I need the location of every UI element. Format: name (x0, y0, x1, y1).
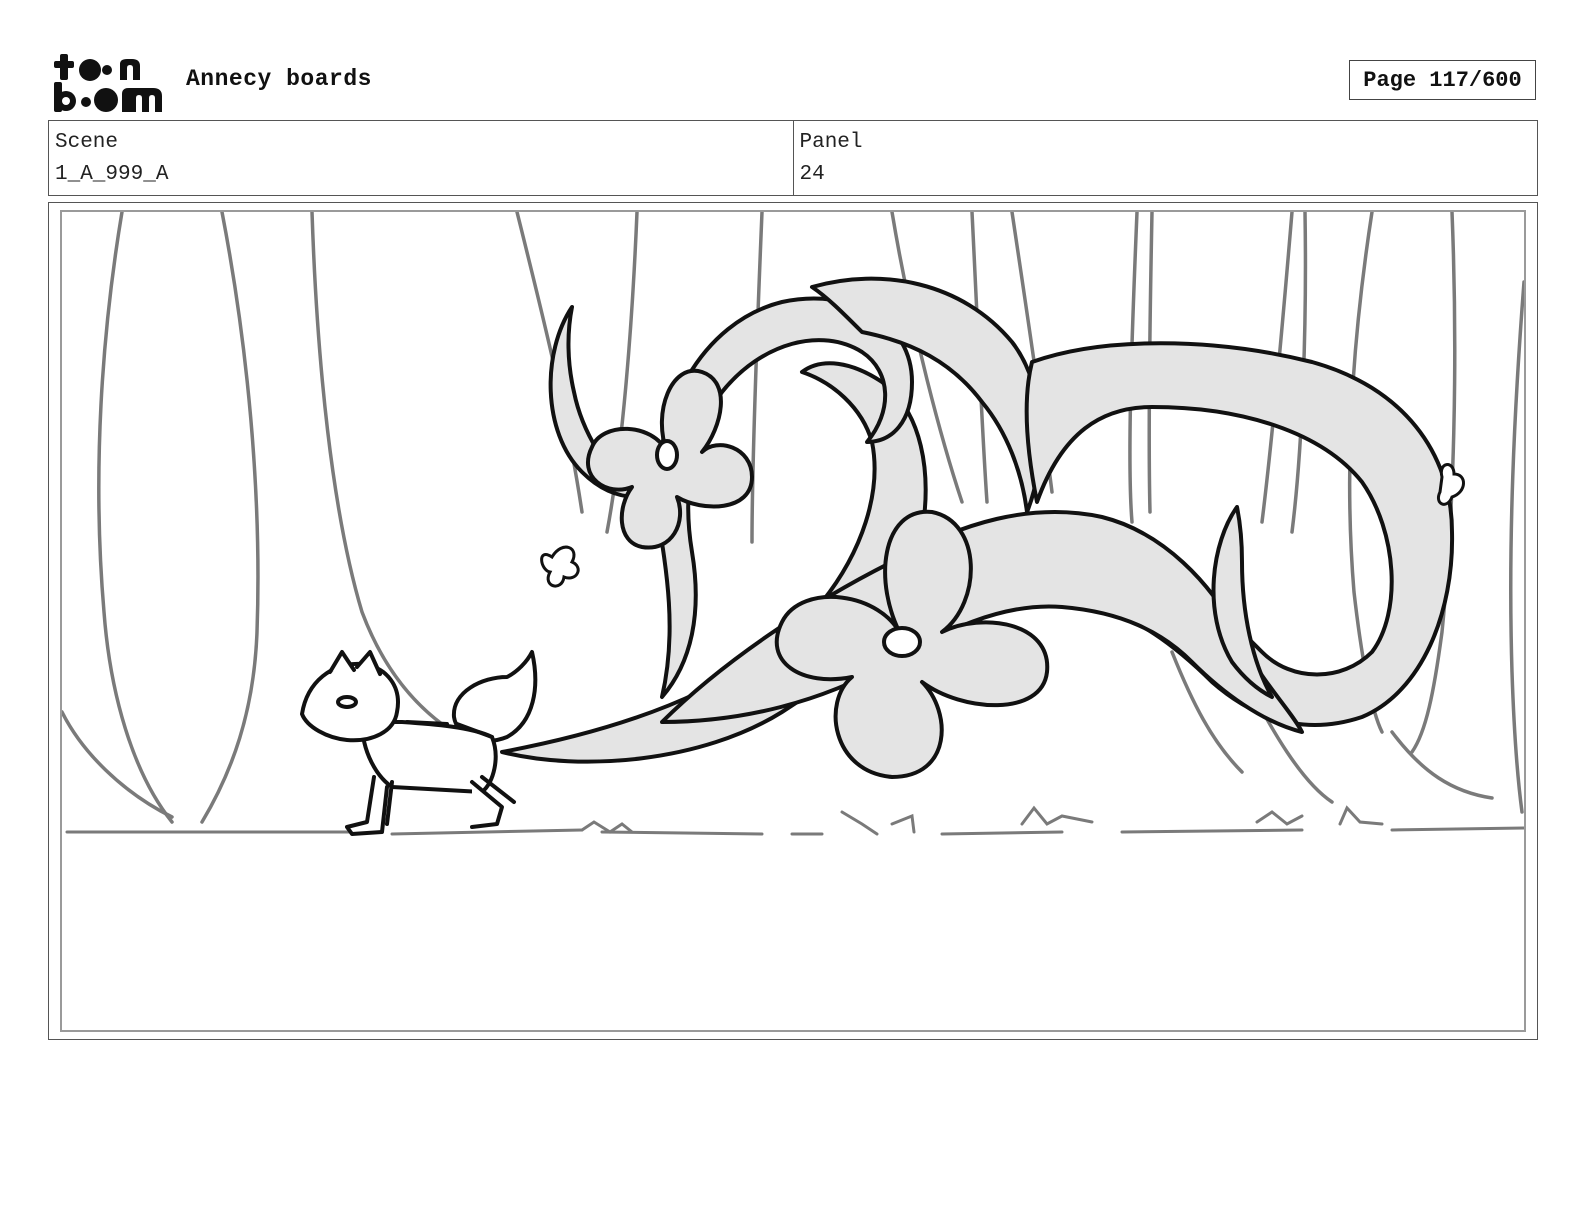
storyboard-sketch (62, 212, 1524, 836)
tree-trunk-icon (1390, 730, 1494, 800)
ground-line (65, 826, 1524, 836)
storyboard-drawing-area (60, 210, 1526, 1032)
tree-trunk-icon (515, 212, 584, 514)
fox-icon (300, 650, 538, 836)
grass-icon (580, 820, 634, 834)
toon-boom-logo (54, 54, 162, 112)
panel-cell: Panel 24 (792, 121, 1538, 195)
storyboard-panel-frame (48, 202, 1538, 1040)
grass-icon (1338, 805, 1384, 826)
panel-value: 24 (799, 163, 825, 186)
flower-icon (540, 545, 580, 588)
flower-icon (1437, 463, 1465, 506)
project-title: Annecy boards (186, 66, 372, 92)
grass-icon (1255, 810, 1304, 826)
ground (65, 805, 1524, 836)
flower-icon (586, 368, 754, 550)
tree-trunk-icon (97, 212, 174, 824)
page-indicator: Page 117/600 (1349, 60, 1536, 100)
grass-icon (840, 810, 879, 836)
scene-panel-info: Scene 1_A_999_A Panel 24 (48, 120, 1538, 196)
scene-value: 1_A_999_A (55, 163, 169, 186)
tree-trunk-icon (200, 212, 260, 824)
scene-cell: Scene 1_A_999_A (49, 121, 793, 195)
grass-icon (890, 813, 916, 834)
scene-label: Scene (55, 131, 119, 154)
tree-trunk-icon (750, 212, 764, 544)
panel-label: Panel (799, 131, 863, 154)
tree-trunk-icon (1509, 280, 1524, 814)
grass-icon (1020, 805, 1094, 826)
